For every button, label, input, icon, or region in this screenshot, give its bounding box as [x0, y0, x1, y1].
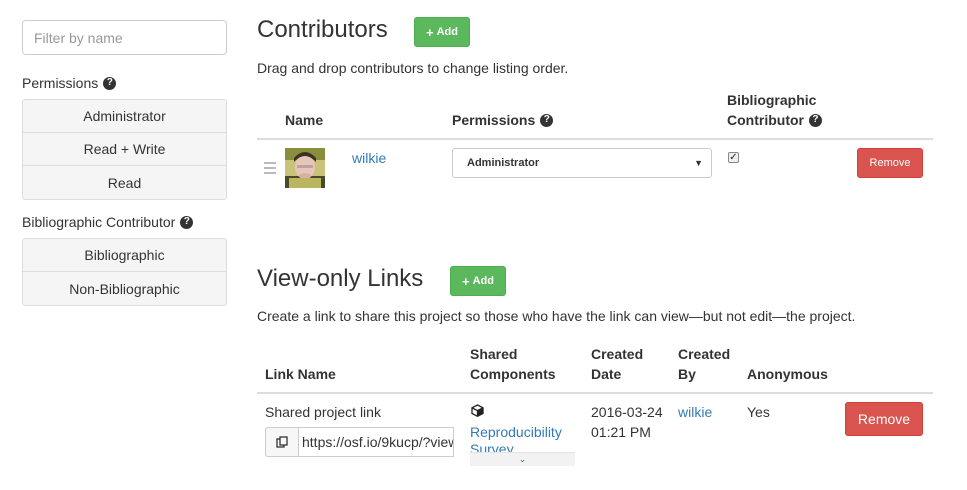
created-date-value: 2016-03-24: [591, 404, 663, 420]
permission-select-value: Administrator: [467, 157, 540, 169]
permissions-filter-heading: Permissions ?: [22, 75, 227, 91]
contributors-header-divider: [257, 138, 933, 140]
filter-bibliographic-button[interactable]: Bibliographic: [23, 239, 226, 272]
remove-link-button[interactable]: Remove: [845, 402, 923, 436]
copy-link-button[interactable]: [265, 427, 299, 457]
links-header-shared-components: Shared Components: [470, 344, 556, 384]
sidebar: Permissions ? Administrator Read + Write…: [22, 20, 227, 306]
contributors-header-bibliographic: Bibliographic Contributor ?: [727, 90, 822, 130]
filter-by-name-input[interactable]: [22, 20, 227, 55]
question-circle-icon[interactable]: ?: [103, 76, 117, 90]
question-circle-icon[interactable]: ?: [808, 113, 822, 127]
anonymous-value: Yes: [747, 404, 770, 420]
add-contributor-label: Add: [436, 26, 458, 38]
filter-non-bibliographic-button[interactable]: Non-Bibliographic: [23, 272, 226, 305]
permissions-filter-label: Permissions: [22, 75, 99, 91]
filter-administrator-button[interactable]: Administrator: [23, 100, 226, 133]
view-only-link-url-input[interactable]: [299, 427, 454, 457]
plus-icon: +: [426, 24, 434, 40]
contributor-name-link[interactable]: wilkie: [352, 148, 386, 168]
add-view-only-link-label: Add: [472, 275, 494, 287]
shared-components-list: Reproducibility Survey: [470, 422, 580, 452]
permissions-header-label: Permissions: [452, 112, 536, 128]
permissions-filter-group: Administrator Read + Write Read: [22, 99, 227, 200]
created-date-line1: Created: [591, 346, 644, 362]
filter-read-button[interactable]: Read: [23, 166, 226, 199]
bibliographic-header-line2-row: Contributor ?: [727, 110, 822, 130]
contributors-description: Drag and drop contributors to change lis…: [257, 60, 569, 76]
shared-components-line1: Shared: [470, 346, 518, 362]
links-header-created-by: Created By: [678, 344, 730, 384]
bibliographic-checkbox[interactable]: ✓: [728, 152, 739, 163]
shared-components-line2: Components: [470, 366, 556, 382]
component-icon-wrap: [471, 402, 484, 422]
contributors-header-permissions: Permissions ?: [452, 110, 554, 130]
bibliographic-filter-heading: Bibliographic Contributor ?: [22, 214, 227, 230]
bibliographic-filter-label: Bibliographic Contributor: [22, 214, 176, 230]
links-header-anonymous: Anonymous: [747, 366, 828, 382]
plus-icon: +: [462, 273, 470, 289]
filter-read-write-button[interactable]: Read + Write: [23, 133, 226, 166]
created-by-line1: Created: [678, 346, 731, 362]
created-by-link[interactable]: wilkie: [678, 402, 712, 422]
chevron-down-icon: ⌄: [518, 454, 527, 464]
remove-contributor-button[interactable]: Remove: [857, 148, 923, 178]
avatar: [285, 148, 325, 188]
permission-select[interactable]: Administrator ▼: [452, 148, 712, 178]
bibliographic-header-line1: Bibliographic: [727, 92, 817, 108]
created-date-line2: Date: [591, 366, 622, 382]
expand-components-toggle[interactable]: ⌄: [470, 452, 575, 466]
created-date: 2016-03-24 01:21 PM: [591, 402, 663, 442]
add-contributor-button[interactable]: + Add: [414, 17, 470, 47]
view-only-links-title: View-only Links: [257, 265, 424, 292]
link-name: Shared project link: [265, 404, 381, 420]
links-header-link-name: Link Name: [265, 366, 336, 382]
links-header-created-date: Created Date: [591, 344, 643, 384]
bibliographic-filter-group: Bibliographic Non-Bibliographic: [22, 238, 227, 306]
view-only-links-description: Create a link to share this project so t…: [257, 308, 856, 324]
bibliographic-header-line2: Contributor: [727, 112, 804, 128]
question-circle-icon[interactable]: ?: [540, 113, 554, 127]
add-view-only-link-button[interactable]: + Add: [450, 266, 506, 296]
question-circle-icon[interactable]: ?: [180, 215, 194, 229]
contributors-title: Contributors: [257, 16, 388, 43]
created-time-value: 01:21 PM: [591, 424, 651, 440]
copy-icon: [276, 436, 288, 448]
created-by-line2: By: [678, 366, 696, 382]
component-link[interactable]: Reproducibility Survey: [470, 422, 580, 452]
cube-icon: [471, 404, 484, 418]
contributors-header-name: Name: [285, 112, 324, 128]
links-header-divider: [257, 392, 933, 394]
caret-down-icon: ▼: [694, 158, 703, 168]
drag-handle-icon[interactable]: [264, 162, 276, 177]
